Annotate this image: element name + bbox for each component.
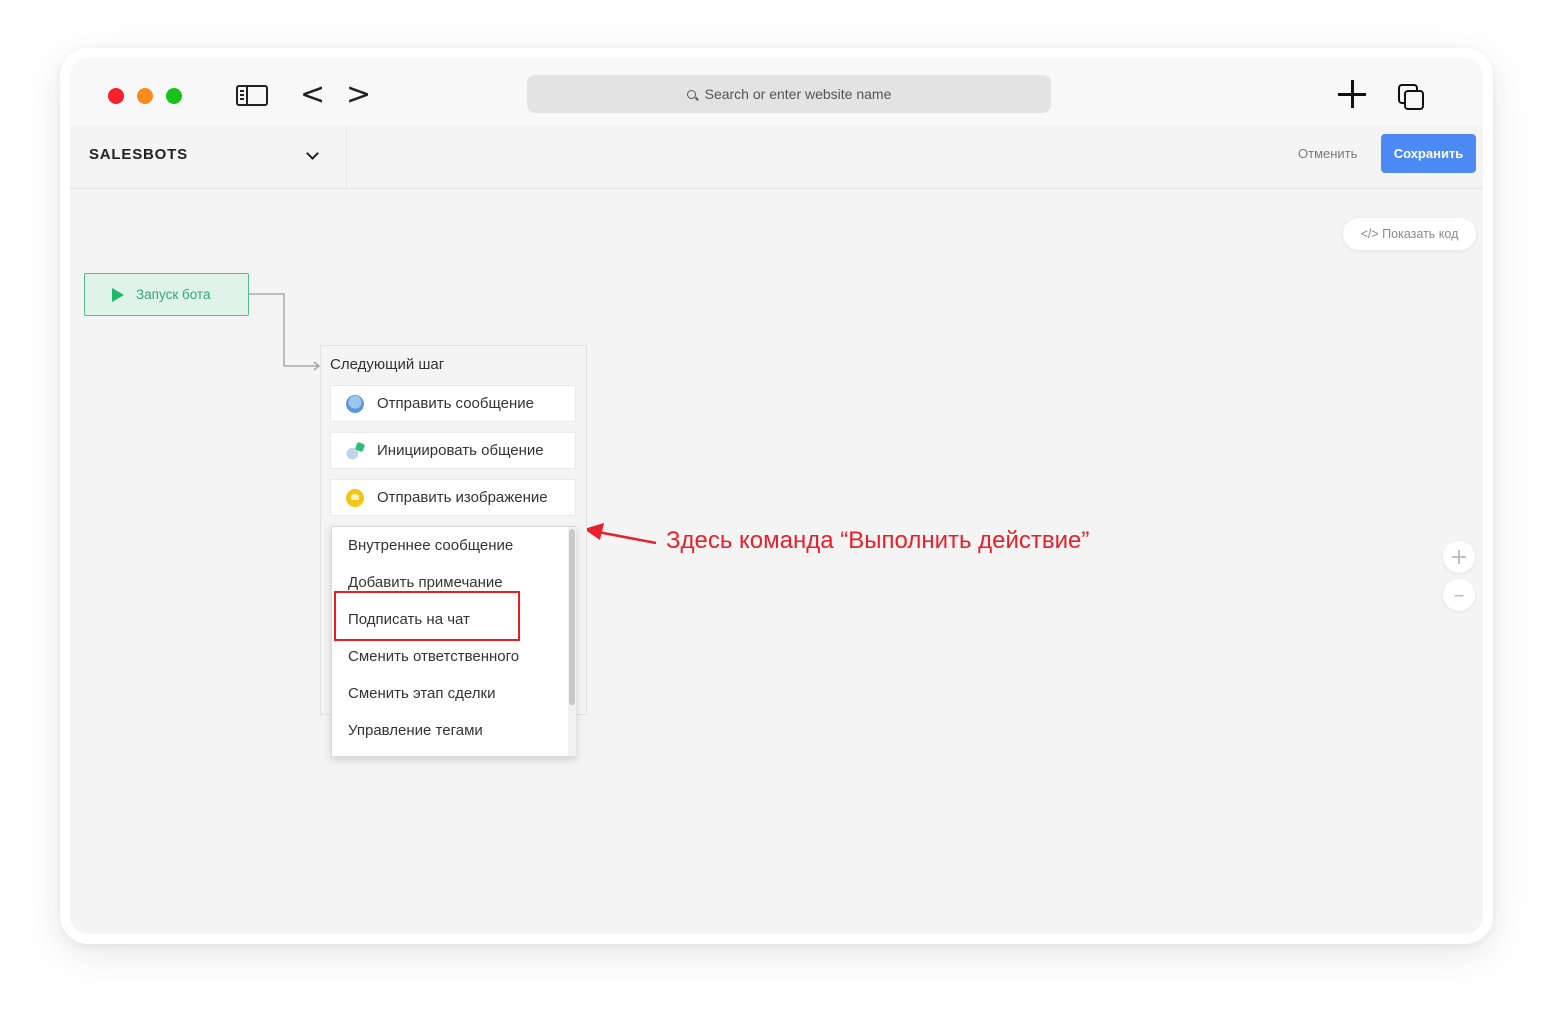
browser-toolbar: < > Search or enter website name [70,58,1483,126]
action-dropdown: Внутреннее сообщение Добавить примечание… [331,526,576,757]
flow-connectors [249,293,657,545]
dropdown-item-change-responsible[interactable]: Сменить ответственного [348,648,519,665]
start-to-step-connector [249,293,318,367]
dropdown-item-manage-tags[interactable]: Управление тегами [348,722,483,739]
plus-icon[interactable] [1338,80,1366,108]
search-icon [686,89,696,99]
dropdown-item-add-note[interactable]: Добавить примечание [348,574,503,591]
minimize-window-button[interactable] [137,88,153,104]
maximize-window-button[interactable] [166,88,182,104]
initiate-icon [346,441,364,460]
annotation-arrowhead [584,523,604,540]
show-code-button[interactable]: </> Показать код [1343,218,1476,250]
close-window-button[interactable] [108,88,124,104]
connector-arrowhead [313,361,321,371]
save-button[interactable]: Сохранить [1381,134,1476,173]
next-step-title: Следующий шаг [330,356,445,373]
zoom-in-button[interactable]: + [1443,541,1475,573]
step-item-label: Отправить изображение [377,489,548,506]
section-selector[interactable]: SALESBOTS [70,126,347,188]
bot-start-label: Запуск бота [136,287,211,302]
dropdown-item-change-deal-stage[interactable]: Сменить этап сделки [348,685,495,702]
address-bar-placeholder: Search or enter website name [704,86,892,102]
forward-arrow-icon[interactable]: > [346,80,371,110]
send-image-option[interactable]: Отправить изображение [330,479,576,516]
message-icon [346,394,364,413]
chevron-down-icon[interactable] [306,147,319,160]
page-title: SALESBOTS [89,146,188,163]
step-item-label: Инициировать общение [377,442,544,459]
step-item-label: Отправить сообщение [377,395,535,412]
address-bar[interactable]: Search or enter website name [527,75,1051,113]
dropdown-scrollbar-thumb[interactable] [569,529,575,705]
annotation-text: Здесь команда “Выполнить действие” [666,527,1090,554]
cancel-button[interactable]: Отменить [1298,146,1357,161]
bot-start-node[interactable]: Запуск бота [84,273,249,316]
tabs-icon[interactable] [1398,84,1428,112]
dropdown-item-internal-message[interactable]: Внутреннее сообщение [348,537,513,554]
browser-window: < > Search or enter website name SALESBO… [70,58,1483,934]
image-icon [346,488,364,507]
initiate-chat-option[interactable]: Инициировать общение [330,432,576,469]
annotation-arrow-line [597,530,657,545]
back-arrow-icon[interactable]: < [300,80,325,110]
zoom-out-button[interactable]: – [1443,579,1475,611]
sidebar-toggle-icon[interactable] [236,85,268,106]
app-header: SALESBOTS Отменить Сохранить [70,126,1483,189]
play-icon [112,287,124,302]
send-message-option[interactable]: Отправить сообщение [330,385,576,422]
highlight-box [334,591,520,641]
